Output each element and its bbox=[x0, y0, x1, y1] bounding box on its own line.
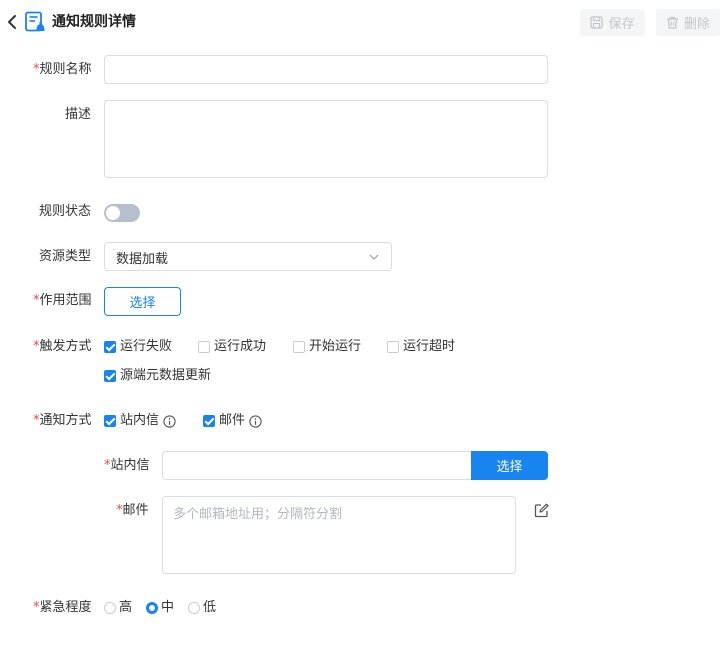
urgency-high-radio[interactable]: 高 bbox=[104, 599, 132, 617]
radio-selected-icon bbox=[146, 602, 158, 614]
description-textarea[interactable] bbox=[104, 100, 548, 178]
delete-label: 删除 bbox=[683, 17, 710, 32]
urgency-medium-radio[interactable]: 中 bbox=[146, 599, 174, 617]
resource-type-select[interactable]: 数据加载 bbox=[104, 242, 392, 271]
site-message-label: *站内信 bbox=[104, 458, 150, 473]
email-placeholder: 多个邮箱地址用；分隔符分割 bbox=[173, 507, 343, 522]
trigger-run-success-checkbox[interactable]: 运行成功 bbox=[198, 338, 266, 356]
checkbox-checked-icon bbox=[104, 341, 116, 353]
trigger-source-metadata-update-checkbox[interactable]: 源端元数据更新 bbox=[104, 367, 211, 385]
email-label: *邮件 bbox=[116, 503, 149, 518]
trigger-run-failed-checkbox[interactable]: 运行失败 bbox=[104, 338, 172, 356]
checkbox-checked-icon bbox=[104, 370, 116, 382]
back-arrow-icon[interactable] bbox=[4, 13, 20, 31]
info-icon[interactable] bbox=[163, 414, 176, 428]
site-message-select-button[interactable]: 选择 bbox=[471, 451, 548, 480]
notification-rule-icon bbox=[25, 11, 45, 32]
save-button[interactable]: 保存 bbox=[580, 9, 645, 36]
rule-name-input[interactable] bbox=[104, 55, 548, 84]
checkbox-unchecked-icon bbox=[198, 341, 210, 353]
info-icon[interactable] bbox=[249, 414, 262, 428]
notify-email-checkbox[interactable]: 邮件 bbox=[203, 412, 262, 430]
rule-status-label: 规则状态 bbox=[39, 204, 92, 219]
checkbox-checked-icon bbox=[104, 415, 116, 427]
email-textarea[interactable]: 多个邮箱地址用；分隔符分割 bbox=[162, 496, 516, 574]
save-icon bbox=[590, 16, 604, 29]
edit-icon[interactable] bbox=[534, 503, 549, 518]
notify-site-message-checkbox[interactable]: 站内信 bbox=[104, 412, 176, 430]
urgency-label: *紧急程度 bbox=[33, 600, 92, 615]
checkbox-unchecked-icon bbox=[387, 341, 399, 353]
radio-unselected-icon bbox=[104, 602, 116, 614]
description-label: 描述 bbox=[65, 107, 92, 122]
checkbox-unchecked-icon bbox=[293, 341, 305, 353]
trigger-label: *触发方式 bbox=[33, 339, 92, 354]
trash-icon bbox=[666, 16, 678, 29]
resource-type-value: 数据加载 bbox=[116, 252, 169, 267]
site-message-input[interactable] bbox=[162, 451, 472, 480]
page-title: 通知规则详情 bbox=[52, 14, 136, 30]
rule-name-label: *规则名称 bbox=[33, 62, 92, 77]
resource-type-label: 资源类型 bbox=[39, 249, 92, 264]
page-header: 通知规则详情 保存 删除 bbox=[0, 0, 722, 44]
urgency-low-radio[interactable]: 低 bbox=[188, 599, 216, 617]
delete-button[interactable]: 删除 bbox=[656, 9, 720, 36]
trigger-run-timeout-checkbox[interactable]: 运行超时 bbox=[387, 338, 455, 356]
toggle-knob bbox=[106, 206, 120, 220]
checkbox-checked-icon bbox=[203, 415, 215, 427]
scope-select-button[interactable]: 选择 bbox=[104, 287, 181, 316]
save-label: 保存 bbox=[608, 17, 635, 32]
radio-unselected-icon bbox=[188, 602, 200, 614]
scope-label: *作用范围 bbox=[33, 293, 92, 308]
notify-method-label: *通知方式 bbox=[33, 413, 92, 428]
trigger-start-run-checkbox[interactable]: 开始运行 bbox=[293, 338, 361, 356]
chevron-down-icon bbox=[369, 254, 379, 260]
rule-status-toggle[interactable] bbox=[104, 204, 140, 222]
